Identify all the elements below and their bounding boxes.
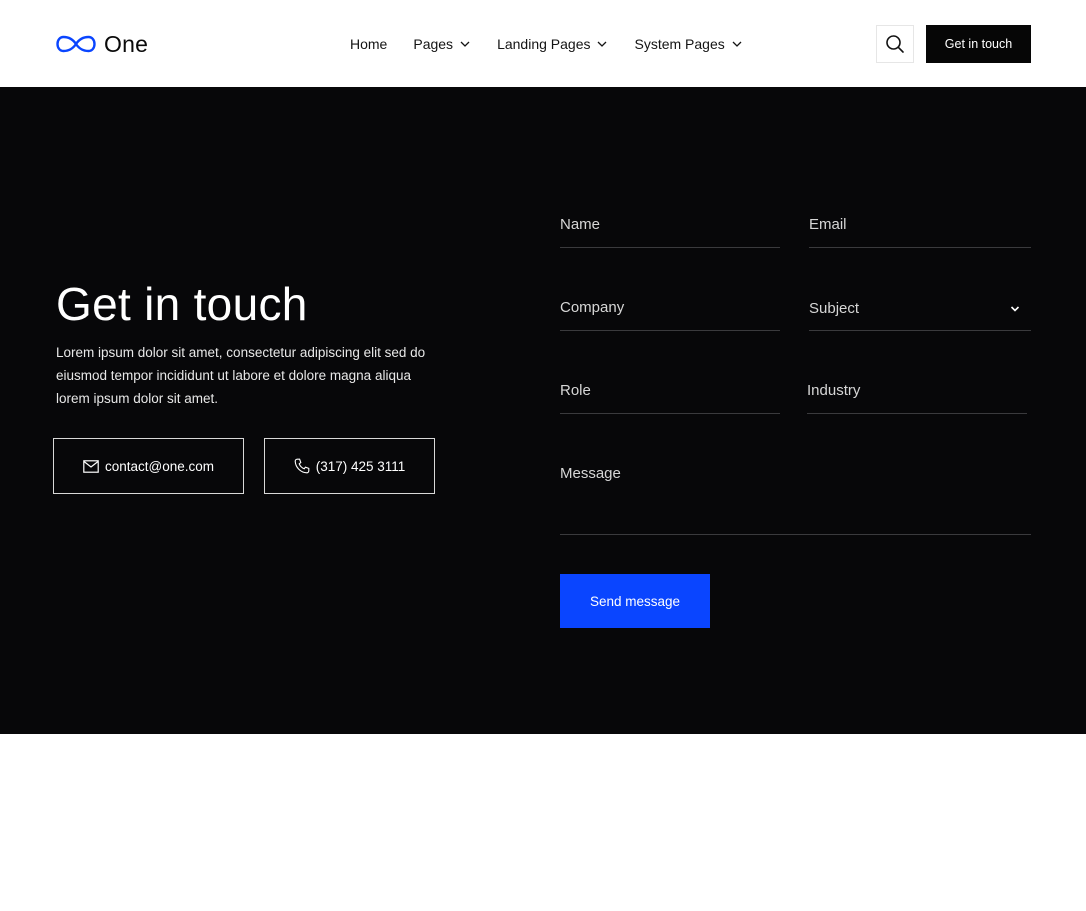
name-field (560, 204, 780, 248)
mail-icon (83, 459, 99, 473)
get-in-touch-button[interactable]: Get in touch (926, 25, 1031, 63)
nav-item-landing-pages[interactable]: Landing Pages (497, 36, 608, 52)
email-label: contact@one.com (104, 458, 214, 474)
section-description: Lorem ipsum dolor sit amet, consectetur … (56, 345, 426, 406)
nav-item-label: Landing Pages (497, 36, 591, 52)
logo[interactable]: One (56, 31, 148, 57)
subject-select[interactable]: Subject (809, 287, 1031, 331)
chevron-down-icon (598, 41, 607, 47)
chevron-down-icon (1010, 306, 1020, 312)
nav-item-label: Pages (413, 36, 454, 52)
industry-field (807, 370, 1027, 414)
nav-item-system-pages[interactable]: System Pages (634, 36, 742, 52)
nav-item-home[interactable]: Home (350, 36, 387, 52)
message-input[interactable] (560, 453, 1031, 513)
chevron-down-icon (460, 41, 470, 47)
search-button[interactable] (876, 25, 914, 63)
message-field (560, 453, 1031, 535)
industry-input[interactable] (807, 370, 1027, 399)
email-input[interactable] (809, 204, 1031, 233)
subject-label: Subject (809, 300, 860, 317)
company-field (560, 287, 780, 331)
nav-item-label: System Pages (634, 36, 725, 52)
phone-label: (317) 425 3111 (315, 458, 406, 474)
contact-section: Get in touch Lorem ipsum dolor sit amet,… (0, 87, 1086, 734)
role-field (560, 370, 780, 414)
company-input[interactable] (560, 287, 780, 316)
email-contact-button[interactable]: contact@one.com (53, 438, 244, 494)
search-icon (886, 35, 904, 53)
nav-item-pages[interactable]: Pages (413, 36, 471, 52)
name-input[interactable] (560, 204, 780, 233)
brand-name: One (104, 30, 149, 57)
phone-contact-button[interactable]: (317) 425 3111 (264, 438, 435, 494)
main-nav: Home Pages Landing Pages System Pages (350, 32, 769, 56)
phone-icon (294, 458, 310, 474)
site-header: One Home Pages Landing Pages System Page… (0, 0, 1086, 87)
nav-item-label: Home (350, 36, 388, 52)
email-field (809, 204, 1031, 248)
infinity-icon (56, 35, 96, 53)
page-title: Get in touch (56, 278, 308, 330)
send-message-button[interactable]: Send message (560, 574, 710, 628)
chevron-down-icon (732, 41, 742, 47)
role-input[interactable] (560, 370, 780, 399)
